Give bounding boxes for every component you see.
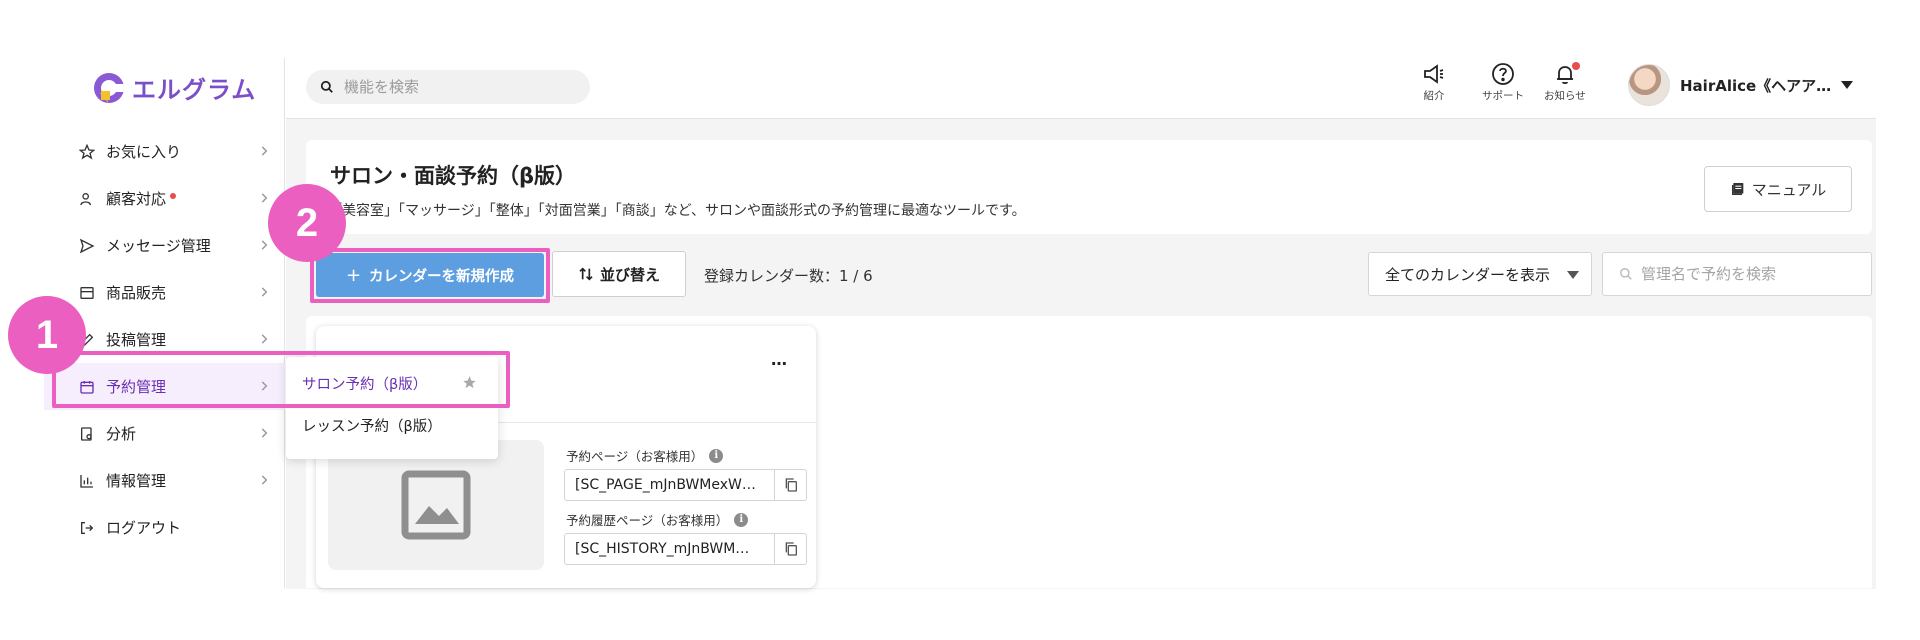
submenu-item-lesson[interactable]: レッスン予約（β版）	[302, 415, 442, 436]
topbar-divider	[286, 118, 1876, 119]
highlight-reservation-menu	[52, 351, 510, 408]
sidebar-item-label: お気に入り	[106, 143, 182, 161]
notifications-button[interactable]: お知らせ	[1544, 62, 1586, 103]
chevron-right-icon	[261, 240, 268, 250]
logo-icon	[92, 71, 126, 105]
filter-value: 全てのカレンダーを表示	[1385, 265, 1551, 284]
chevron-right-icon	[261, 428, 268, 438]
referral-label: 紹介	[1423, 90, 1445, 102]
step-badge-1: 1	[8, 296, 86, 374]
code-value: [SC_PAGE_mJnBWMexW…	[575, 477, 756, 493]
sidebar-item-label: ログアウト	[106, 519, 182, 537]
reservation-search-input[interactable]	[1641, 265, 1851, 283]
page-description: 「美容室」「マッサージ」「整体」「対面営業」「商談」など、サロンや面談形式の予約…	[328, 203, 1026, 219]
calendar-thumbnail	[328, 440, 544, 570]
referral-button[interactable]: 紹介	[1422, 62, 1446, 103]
booking-page-label: 予約ページ（お客様用） i	[566, 446, 724, 465]
help-circle-icon	[1492, 63, 1514, 85]
support-label: サポート	[1482, 90, 1524, 102]
logout-icon	[76, 517, 98, 539]
copy-button[interactable]	[774, 470, 806, 500]
chevron-right-icon	[261, 287, 268, 297]
page-title: サロン・面談予約（β版）	[330, 164, 577, 188]
report-icon	[76, 423, 98, 445]
sidebar-item-label: 投稿管理	[106, 331, 167, 349]
calendar-count: 登録カレンダー数：1 / 6	[704, 267, 873, 285]
search-input[interactable]	[344, 78, 574, 96]
copy-button[interactable]	[774, 534, 806, 564]
manual-label: マニュアル	[1751, 180, 1827, 199]
chevron-right-icon	[261, 193, 268, 203]
sort-button[interactable]: 並び替え	[552, 251, 686, 297]
book-icon	[1731, 183, 1744, 195]
notification-dot	[170, 192, 177, 199]
sidebar-item-label: 情報管理	[106, 472, 167, 490]
booking-page-code[interactable]: [SC_PAGE_mJnBWMexW…	[564, 469, 807, 501]
sidebar-item-customers[interactable]: 顧客対応	[44, 175, 285, 222]
chevron-right-icon	[261, 334, 268, 344]
caret-down-icon	[1841, 81, 1854, 89]
field-label-text: 予約履歴ページ（お客様用）	[566, 513, 729, 528]
sidebar-item-favorites[interactable]: お気に入り	[44, 128, 285, 175]
megaphone-icon	[1424, 64, 1444, 84]
screen: エルグラム お気に入り 顧客対応 メッセージ管理 商品販売 投稿管理 予約管理 …	[0, 0, 1920, 640]
customer-icon	[76, 188, 98, 210]
chevron-right-icon	[261, 475, 268, 485]
logo-text: エルグラム	[132, 76, 257, 104]
user-name: HairAlice《ヘアア…	[1680, 76, 1832, 95]
send-icon	[76, 235, 98, 257]
chevron-right-icon	[261, 146, 268, 156]
manual-button[interactable]: マニュアル	[1704, 166, 1852, 212]
sidebar-item-analytics[interactable]: 分析	[44, 410, 285, 457]
sidebar-item-products[interactable]: 商品販売	[44, 269, 285, 316]
app-logo[interactable]: エルグラム	[92, 70, 256, 105]
sidebar-item-info[interactable]: 情報管理	[44, 457, 285, 504]
page-header: サロン・面談予約（β版） 「美容室」「マッサージ」「整体」「対面営業」「商談」な…	[306, 140, 1872, 234]
history-page-label: 予約履歴ページ（お客様用） i	[566, 510, 749, 529]
sidebar-item-messages[interactable]: メッセージ管理	[44, 222, 285, 269]
reservation-search[interactable]	[1602, 252, 1872, 296]
history-page-code[interactable]: [SC_HISTORY_mJnBWM…	[564, 533, 807, 565]
sidebar-item-label: 分析	[106, 425, 137, 443]
field-label-text: 予約ページ（お客様用）	[566, 449, 704, 464]
caret-down-icon	[1567, 271, 1579, 279]
star-icon	[76, 141, 98, 163]
search-icon	[1620, 268, 1632, 280]
info-icon[interactable]: i	[709, 448, 724, 463]
copy-icon	[785, 542, 797, 556]
code-value: [SC_HISTORY_mJnBWM…	[575, 541, 750, 557]
image-placeholder-icon	[401, 470, 471, 540]
feature-search[interactable]	[306, 70, 590, 104]
support-button[interactable]: サポート	[1482, 62, 1524, 103]
highlight-create-button	[310, 248, 550, 303]
store-icon	[76, 282, 98, 304]
sort-icon	[579, 267, 593, 281]
avatar	[1628, 64, 1670, 106]
notifications-label: お知らせ	[1544, 90, 1586, 102]
step-badge-2: 2	[268, 184, 346, 262]
sidebar-item-label: メッセージ管理	[106, 237, 211, 255]
sidebar-item-label: 商品販売	[106, 284, 167, 302]
search-icon	[320, 80, 333, 93]
sort-label: 並び替え	[599, 265, 660, 284]
copy-icon	[785, 478, 797, 492]
sidebar-item-label: 顧客対応	[106, 190, 167, 208]
sidebar-item-logout[interactable]: ログアウト	[44, 504, 285, 551]
info-icon[interactable]: i	[734, 512, 749, 527]
user-menu[interactable]: HairAlice《ヘアア…	[1628, 64, 1854, 106]
calendar-filter-select[interactable]: 全てのカレンダーを表示	[1368, 252, 1592, 296]
more-options-button[interactable]: …	[771, 350, 788, 369]
notification-dot	[1571, 62, 1580, 70]
bar-chart-icon	[76, 470, 98, 492]
